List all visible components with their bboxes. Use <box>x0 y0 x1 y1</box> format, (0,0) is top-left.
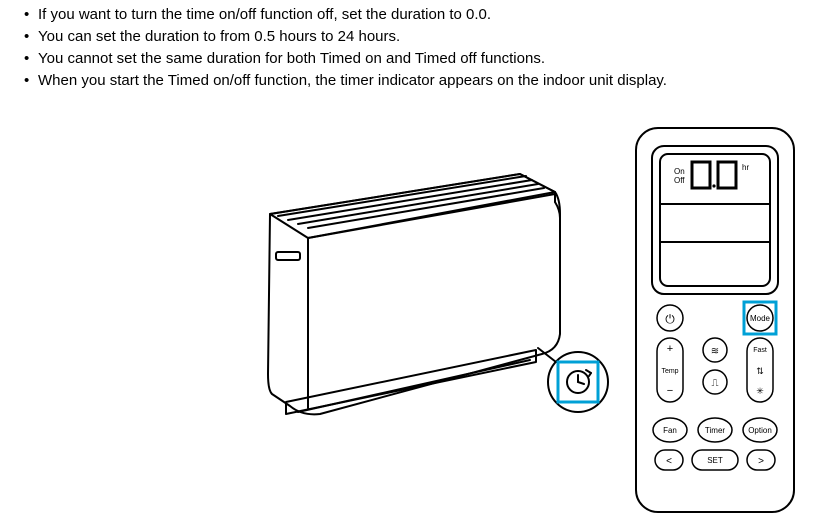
display-on-label: On <box>674 167 685 176</box>
temp-plus: + <box>667 343 673 355</box>
instruction-list: If you want to turn the time on/off func… <box>24 4 820 92</box>
fan-label: Fan <box>663 426 677 435</box>
fast-bot-icon: ✳ <box>756 386 764 396</box>
timer-label: Timer <box>705 426 725 435</box>
remote-illustration: On Off hr ⏻ Mode + Temp <box>630 124 810 524</box>
display-digits <box>692 162 736 188</box>
swing-icon: ≋ <box>711 346 719 357</box>
power-icon: ⏻ <box>665 312 675 326</box>
fast-label: Fast <box>753 347 767 354</box>
right-icon: > <box>758 456 764 467</box>
temp-rocker[interactable]: + Temp − <box>657 338 683 402</box>
list-item: You cannot set the same duration for bot… <box>24 48 820 70</box>
airflow-icon: ⎍ <box>712 378 719 389</box>
list-item: You can set the duration to from 0.5 hou… <box>24 26 820 48</box>
list-item: When you start the Timed on/off function… <box>24 70 820 92</box>
bullet-text: If you want to turn the time on/off func… <box>38 6 491 23</box>
bullet-text: You can set the duration to from 0.5 hou… <box>38 28 400 45</box>
display-hr-label: hr <box>742 163 749 172</box>
mode-label: Mode <box>750 314 771 323</box>
left-icon: < <box>666 456 672 467</box>
option-label: Option <box>748 426 772 435</box>
temp-minus: − <box>667 385 673 397</box>
list-item: If you want to turn the time on/off func… <box>24 4 820 26</box>
fast-rocker[interactable]: Fast ⇅ ✳ <box>747 338 773 402</box>
fast-mid-icon: ⇅ <box>756 366 764 376</box>
indoor-unit-illustration <box>180 144 640 444</box>
bullet-text: You cannot set the same duration for bot… <box>38 50 545 67</box>
display-off-label: Off <box>674 176 685 185</box>
set-label: SET <box>707 456 723 465</box>
bullet-text: When you start the Timed on/off function… <box>38 72 667 89</box>
temp-label: Temp <box>661 368 678 375</box>
